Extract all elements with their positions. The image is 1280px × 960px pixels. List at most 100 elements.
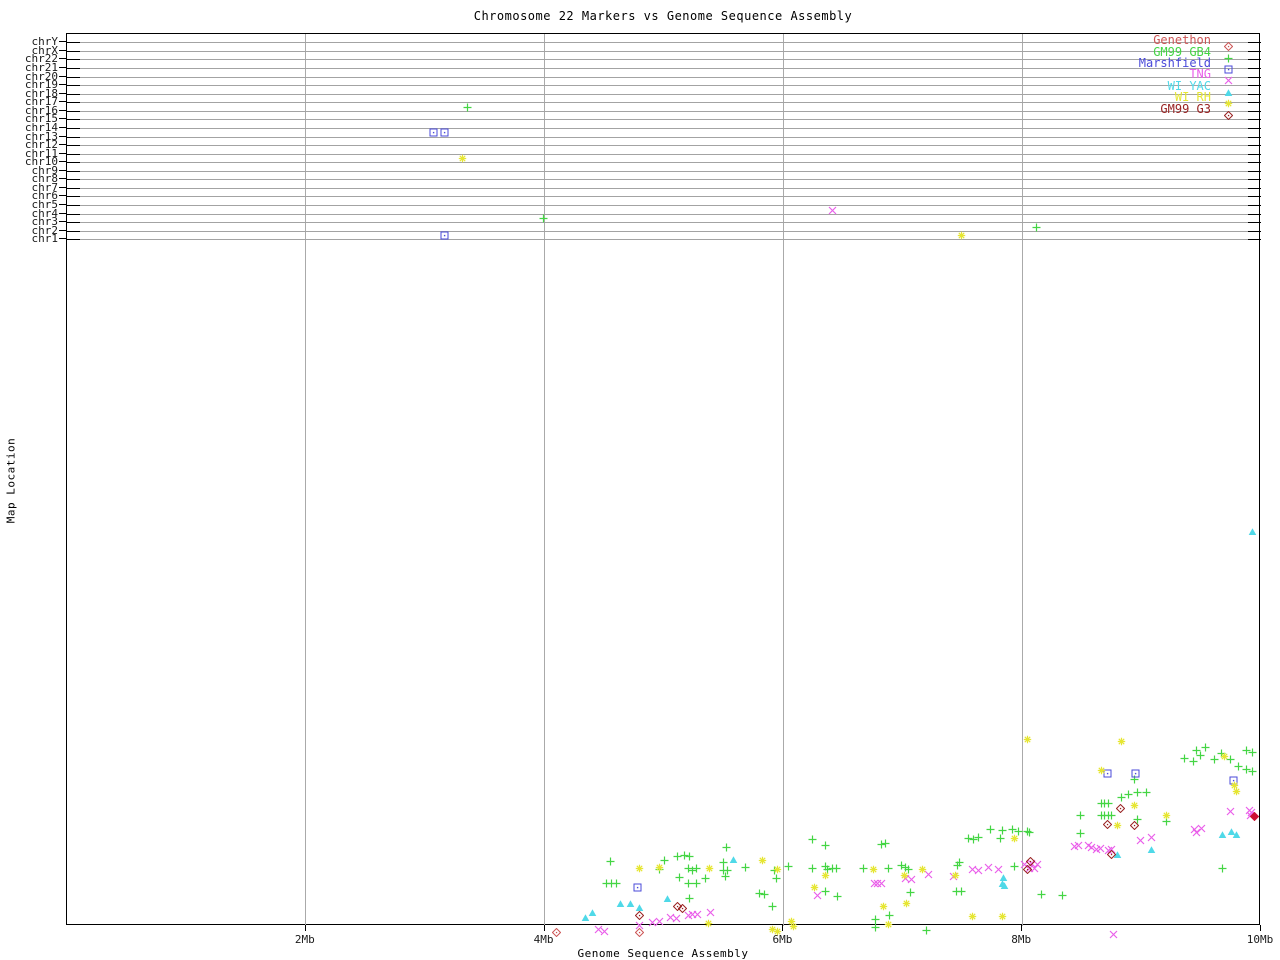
scatter-point-wi-rh: [789, 916, 798, 930]
scatter-point-wi-rh: [1162, 805, 1171, 819]
scatter-point-gm99-gb4: [606, 851, 615, 865]
chromosome-line-chr12: [67, 145, 1261, 147]
chromosome-tick-chr9: [59, 169, 66, 171]
chromosome-line-chr7: [67, 187, 1261, 189]
scatter-point-gm99-gb4: [974, 827, 983, 841]
x-tick-label: 8Mb: [1011, 933, 1032, 946]
scatter-point-gm99-gb4: [539, 208, 548, 223]
chromosome-tick-chr20: [59, 75, 66, 77]
scatter-point-marshfield: [633, 877, 642, 891]
scatter-point-wi-yac: [1000, 875, 1009, 889]
legend-marker-icon: [1223, 36, 1234, 52]
chromosome-line-chr1: [67, 239, 1261, 241]
scatter-point-gm99-gb4: [1218, 858, 1227, 872]
chart-title: Chromosome 22 Markers vs Genome Sequence…: [473, 9, 853, 23]
scatter-point-wi-rh: [998, 906, 1007, 920]
chromosome-line-chr10: [67, 162, 1261, 164]
scatter-point-wi-yac: [616, 893, 625, 907]
scatter-point-gm99-gb4: [1025, 822, 1034, 836]
x-axis-label: Genome Sequence Assembly: [577, 947, 749, 960]
scatter-point-gm99-gb4: [1248, 742, 1257, 756]
chromosome-tick-chr14: [59, 126, 66, 128]
scatter-point-gm99-gb4: [722, 837, 731, 851]
scatter-point-marshfield: [1131, 763, 1140, 777]
scatter-point-gm99-g3: [1026, 851, 1036, 866]
chromosome-tick-chr6: [59, 195, 66, 197]
scatter-point-gm99-gb4: [1201, 737, 1210, 751]
scatter-point-wi-rh: [900, 865, 909, 879]
scatter-point-gm99-gb4: [1058, 885, 1067, 899]
legend-row-gm99-g3: GM99 G3: [1080, 103, 1240, 120]
scatter-point-wi-rh: [968, 906, 977, 920]
chromosome-tick-chr7: [59, 186, 66, 188]
x-tick-label: 4Mb: [533, 933, 554, 946]
x-tick-4Mb: [543, 925, 545, 931]
scatter-point-wi-rh: [1010, 828, 1019, 842]
x-tick-8Mb: [1021, 925, 1023, 931]
scatter-point-gm99-gb4: [871, 917, 880, 931]
chromosome-tick-chr22: [59, 58, 66, 60]
scatter-point-gm99-gb4: [955, 852, 964, 866]
scatter-point-gm99-g3: [1102, 814, 1112, 829]
scatter-point-gm99-g3: [634, 905, 644, 920]
chromosome-tick-chr3: [59, 221, 66, 223]
chromosome-tick-chr2: [59, 229, 66, 231]
chromosome-tick-chr15: [59, 118, 66, 120]
scatter-point-gm99-gb4: [996, 828, 1005, 842]
scatter-point-wi-rh: [957, 225, 966, 240]
scatter-point-gm99-gb4: [768, 896, 777, 910]
scatter-point-wi-rh: [918, 859, 927, 873]
scatter-point-gm99-gb4: [1037, 884, 1046, 898]
x-tick-6Mb: [782, 925, 784, 931]
scatter-point-gm99-g3: [1115, 798, 1126, 813]
scatter-point-wi-rh: [705, 858, 714, 872]
x-tick-label: 2Mb: [294, 933, 315, 946]
scatter-point-gm99-gb4: [833, 886, 842, 900]
scatter-point-gm99-g3: [1107, 844, 1117, 859]
scatter-point-tng: [828, 200, 837, 214]
scatter-point-wi-rh: [879, 896, 888, 910]
scatter-point-wi-rh: [773, 921, 782, 935]
scatter-point-marshfield: [429, 122, 438, 137]
scatter-point-gm99-gb4: [463, 97, 472, 112]
scatter-point-wi-rh: [704, 913, 713, 927]
scatter-point-gm99-g3: [677, 898, 687, 913]
scatter-point-gm99-gb4: [685, 846, 694, 860]
chromosome-tick-chr16: [59, 109, 66, 111]
scatter-point-gm99-gb4: [808, 858, 817, 872]
chromosome-tick-chr4: [59, 212, 66, 214]
scatter-point-gm99-gb4: [922, 920, 931, 934]
scatter-point-wi-rh: [1113, 815, 1122, 829]
scatter-point-gm99-gb4: [1076, 823, 1085, 837]
scatter-point-gm99-gb4: [821, 881, 830, 895]
x-tick-label: 10Mb: [1246, 933, 1274, 946]
chromosome-tick-chr17: [59, 101, 66, 103]
legend-marker-icon: [1224, 70, 1233, 85]
scatter-point-gm99-gb4: [957, 881, 966, 895]
scatter-point-wi-rh: [1097, 760, 1106, 774]
scatter-point-tng: [877, 873, 886, 887]
scatter-point-wi-rh: [773, 859, 782, 873]
scatter-point-tng: [1226, 801, 1235, 815]
scatter-point-gm99-gb4: [881, 833, 890, 847]
gridline-4Mb: [544, 34, 546, 926]
chromosome-label-chr1: chr1: [31, 232, 59, 246]
chromosome-tick-chr13: [59, 135, 66, 137]
scatter-point-wi-rh: [1220, 746, 1229, 760]
scatter-point-gm99-g3: [1249, 806, 1259, 821]
legend-marker-icon: [1224, 48, 1233, 63]
scatter-point-tng: [1136, 830, 1145, 844]
chromosome-tick-chr1: [59, 238, 66, 240]
scatter-point-wi-rh: [635, 858, 644, 872]
scatter-point-gm99-gb4: [1104, 793, 1113, 807]
chromosome-tick-chr19: [59, 84, 66, 86]
scatter-point-gm99-gb4: [692, 858, 701, 872]
scatter-point-gm99-gb4: [1248, 761, 1257, 775]
scatter-point-wi-rh: [951, 865, 960, 879]
scatter-point-wi-rh: [1023, 729, 1032, 743]
plot-area: [66, 33, 1261, 926]
scatter-point-tng: [1074, 835, 1083, 849]
scatter-point-gm99-gb4: [685, 888, 694, 902]
scatter-point-tng: [693, 904, 702, 918]
legend-marker-icon: [1224, 93, 1233, 108]
